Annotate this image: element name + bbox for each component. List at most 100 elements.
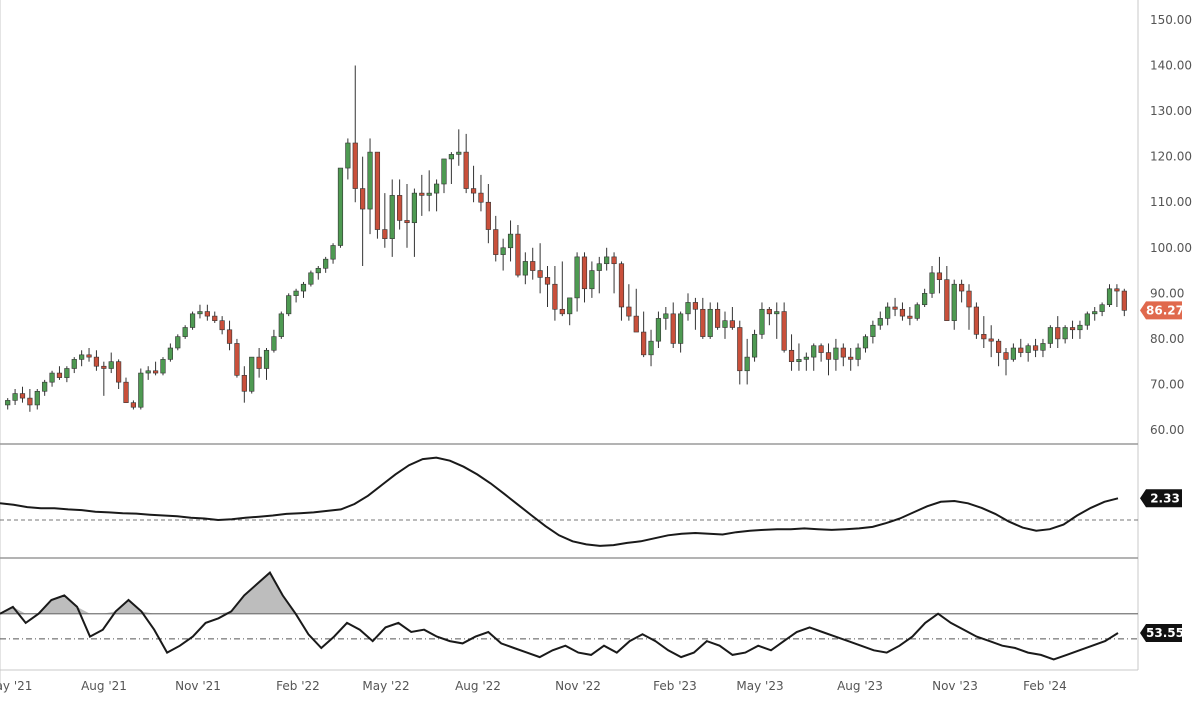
- x-tick-label: Aug '21: [81, 679, 127, 693]
- momentum-value-badge-text: 2.33: [1150, 491, 1180, 505]
- candle-up: [12, 393, 18, 401]
- candle-up: [1047, 327, 1053, 344]
- candle-up: [293, 290, 299, 296]
- candle-up: [500, 247, 506, 255]
- candle-down: [825, 352, 832, 360]
- candle-down: [1032, 345, 1039, 351]
- x-tick-label: Feb '22: [276, 679, 320, 693]
- candle-down: [470, 188, 477, 194]
- candle-up: [855, 347, 861, 360]
- candle-up: [862, 336, 869, 349]
- candle-up: [448, 154, 454, 160]
- momentum-line: [0, 456, 1119, 547]
- candle-down: [611, 256, 617, 265]
- candle-down: [123, 381, 129, 403]
- candle-down: [581, 256, 588, 290]
- candle-down: [234, 343, 240, 376]
- candle-up: [722, 320, 728, 328]
- candle-down: [404, 220, 410, 224]
- momentum-value-badge: 2.33: [1140, 489, 1182, 508]
- candle-up: [79, 354, 85, 360]
- candle-up: [330, 245, 336, 260]
- candle-up: [707, 308, 713, 337]
- candle-up: [160, 359, 166, 374]
- candle-down: [944, 279, 950, 321]
- candle-up: [1040, 343, 1046, 351]
- y-tick-label: 80.00: [1150, 332, 1184, 346]
- candle-up: [271, 336, 277, 351]
- candle-down: [552, 283, 558, 310]
- candle-up: [1025, 345, 1031, 353]
- candle-up: [604, 256, 610, 265]
- candle-up: [145, 370, 151, 374]
- candle-down: [537, 270, 543, 278]
- candle-up: [278, 313, 284, 337]
- candle-up: [337, 167, 344, 246]
- candle-down: [463, 151, 469, 189]
- candle-down: [959, 283, 965, 292]
- candle-down: [670, 313, 676, 344]
- candle-down: [56, 372, 63, 378]
- y-tick-label: 130.00: [1150, 104, 1192, 118]
- candle-up: [138, 372, 144, 408]
- y-tick-label: 100.00: [1150, 241, 1192, 255]
- candle-down: [1114, 288, 1120, 292]
- candle-up: [433, 183, 440, 194]
- candle-up: [833, 347, 839, 360]
- candle-down: [544, 277, 551, 285]
- candle-down: [93, 356, 100, 367]
- candle-down: [382, 229, 388, 239]
- candle-down: [204, 311, 210, 317]
- price-pane: 60.00 70.00 80.00 90.00 100.00 110.00 120.00 13…: [0, 0, 1192, 690]
- candle-up: [315, 267, 321, 274]
- candle-up: [877, 318, 883, 326]
- last-price-badge: 86.27: [1140, 301, 1184, 320]
- candle-up: [389, 195, 395, 239]
- value-badges: 86.27 2.33 53.55: [1140, 301, 1184, 643]
- candle-up: [1106, 288, 1113, 306]
- candle-down: [226, 329, 233, 344]
- candle-down: [641, 331, 647, 356]
- candle-up: [249, 356, 255, 392]
- candle-up: [263, 349, 270, 369]
- candle-up: [870, 324, 876, 337]
- candle-up: [49, 372, 55, 383]
- candle-up: [929, 272, 935, 294]
- candle-up: [951, 283, 957, 321]
- candle-down: [241, 375, 247, 392]
- candle-down: [907, 315, 913, 319]
- candle-up: [175, 336, 181, 349]
- candle-up: [367, 151, 373, 210]
- candle-down: [1121, 290, 1127, 311]
- candle-up: [64, 368, 70, 378]
- candle-down: [130, 402, 137, 408]
- candle-down: [86, 354, 92, 358]
- candle-up: [507, 233, 514, 249]
- overbought-fill: [0, 572, 1118, 614]
- candle-up: [685, 302, 691, 315]
- candle-up: [574, 256, 580, 299]
- candle-down: [714, 308, 721, 328]
- candle-up: [1062, 327, 1068, 340]
- candle-down: [966, 290, 972, 308]
- y-tick-label: 140.00: [1150, 59, 1192, 73]
- candle-up: [803, 356, 809, 360]
- candle-down: [973, 306, 980, 335]
- candle-down: [360, 188, 366, 210]
- candle-down: [397, 195, 403, 221]
- x-tick-label: Feb '24: [1023, 679, 1067, 693]
- candle-down: [419, 192, 425, 196]
- candle-down: [27, 397, 33, 406]
- candle-down: [618, 263, 625, 308]
- candle-up: [456, 151, 462, 155]
- candle-down: [633, 315, 639, 333]
- momentum-indicator-pane: [0, 456, 1138, 559]
- candle-down: [781, 311, 787, 351]
- candle-up: [308, 272, 314, 285]
- candle-up: [655, 318, 662, 342]
- candle-down: [152, 370, 159, 374]
- x-tick-label: Nov '21: [175, 679, 221, 693]
- candle-down: [352, 142, 358, 189]
- candle-down: [256, 356, 262, 369]
- candle-up: [345, 142, 351, 169]
